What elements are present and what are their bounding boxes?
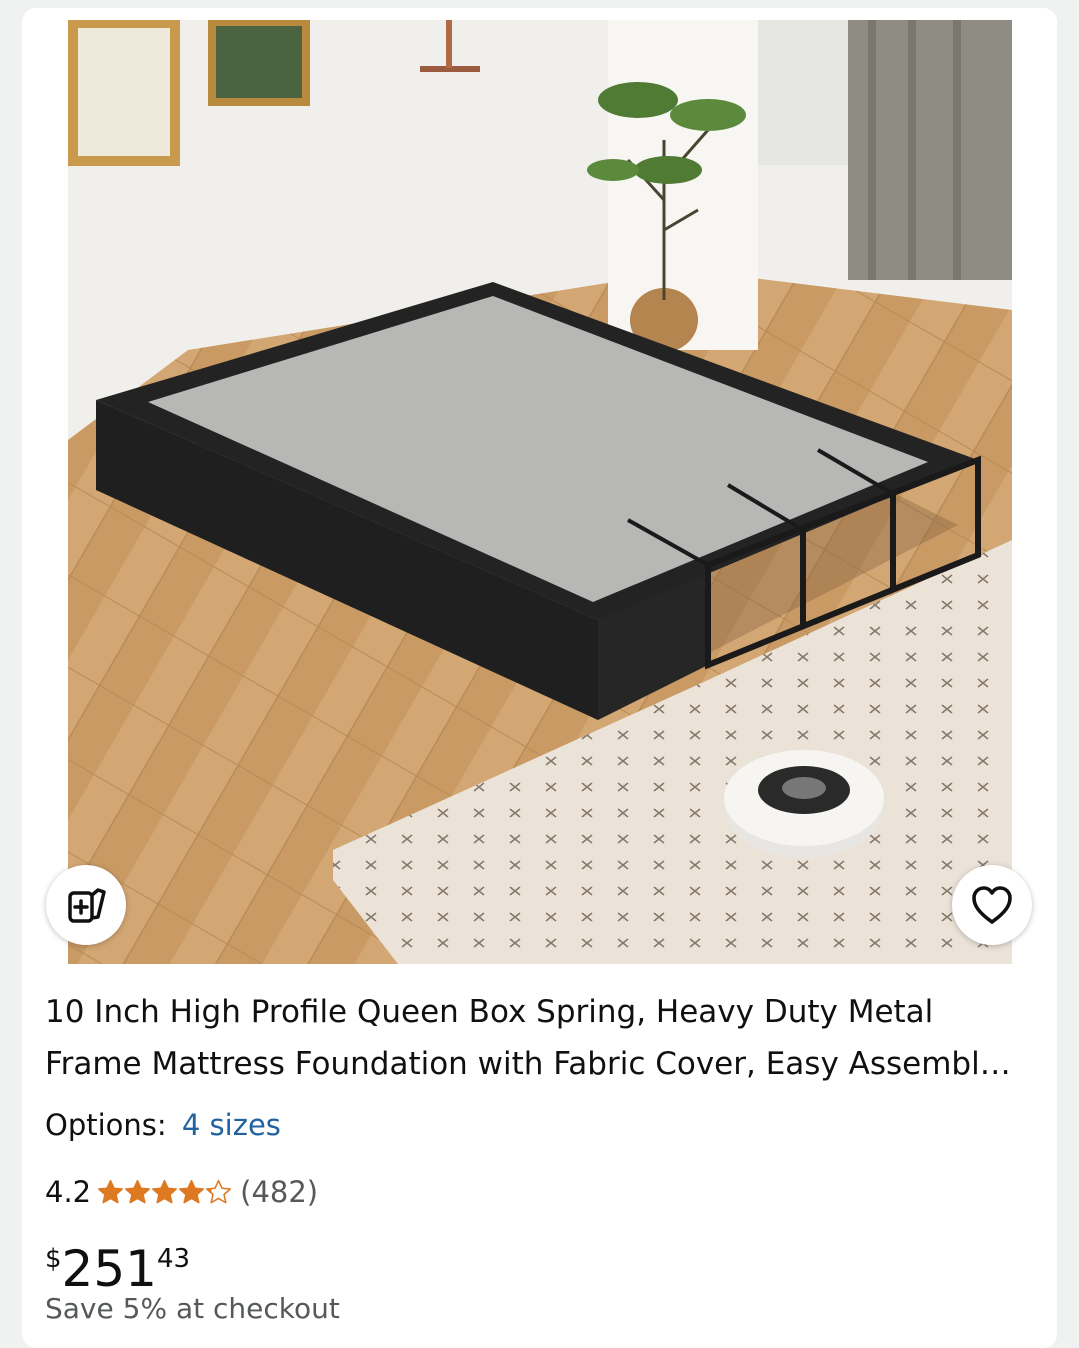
product-image[interactable]	[68, 20, 1012, 964]
add-to-favorites-button[interactable]	[952, 865, 1032, 945]
rating-value: 4.2	[45, 1175, 92, 1209]
add-to-compare-button[interactable]	[46, 865, 126, 945]
savings-text: Save 5% at checkout	[45, 1292, 340, 1325]
product-card[interactable]: 10 Inch High Profile Queen Box Spring, H…	[22, 8, 1057, 1348]
product-photo	[68, 20, 1012, 964]
product-image-area[interactable]	[22, 8, 1057, 964]
price-whole: 251	[61, 1240, 157, 1298]
star-icon	[152, 1179, 178, 1203]
review-count[interactable]: (482)	[240, 1175, 318, 1209]
options-sizes-link[interactable]: 4 sizes	[182, 1108, 281, 1142]
options-label: Options:	[45, 1108, 167, 1142]
star-icon	[125, 1179, 151, 1203]
star-rating[interactable]	[97, 1179, 232, 1206]
star-icon	[206, 1179, 232, 1203]
compare-add-icon	[68, 888, 106, 923]
price-fraction: 43	[156, 1244, 191, 1274]
product-title[interactable]: 10 Inch High Profile Queen Box Spring, H…	[45, 986, 1025, 1090]
star-icon	[98, 1179, 124, 1203]
star-icon	[179, 1179, 205, 1203]
rating-row[interactable]: 4.2 (482)	[45, 1175, 318, 1209]
heart-outline-icon	[972, 886, 1012, 924]
options-row: Options: 4 sizes	[45, 1108, 281, 1142]
price-symbol: $	[45, 1244, 62, 1274]
